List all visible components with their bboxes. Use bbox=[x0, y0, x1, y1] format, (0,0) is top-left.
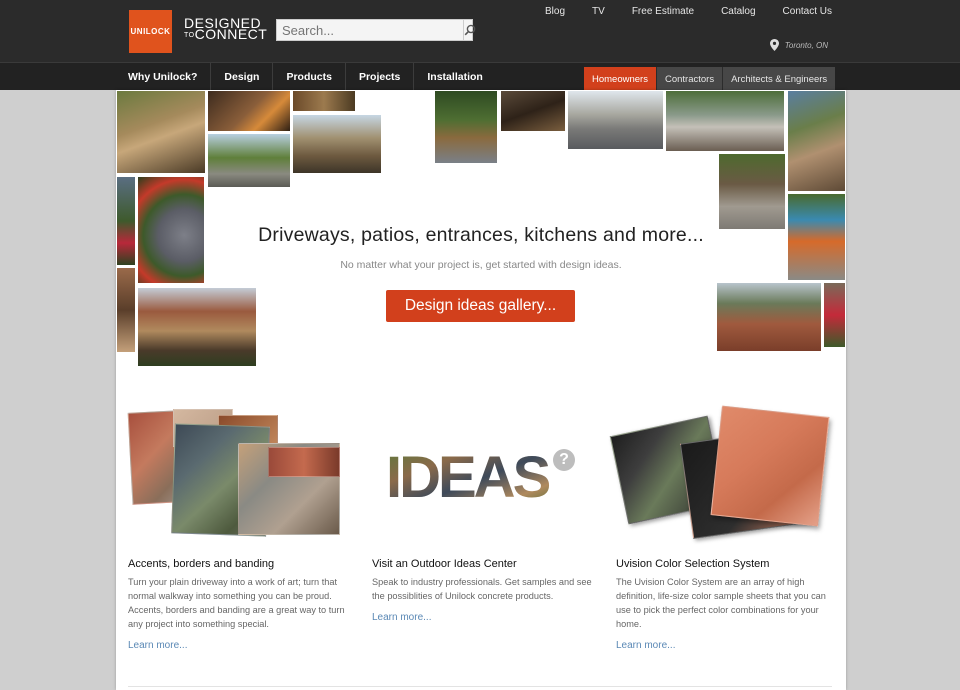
photo-firepit-seating[interactable] bbox=[500, 90, 566, 132]
photo-driveway-red[interactable] bbox=[716, 282, 822, 352]
photo-outdoor-lounge[interactable] bbox=[292, 114, 382, 174]
photo-stone-wall[interactable] bbox=[116, 267, 136, 353]
location-pin-icon bbox=[769, 39, 779, 51]
nav-projects[interactable]: Projects bbox=[346, 63, 415, 91]
photo-yard[interactable] bbox=[207, 133, 291, 188]
photo-people-patio[interactable] bbox=[665, 90, 785, 152]
photo-curved-wall[interactable] bbox=[787, 90, 846, 192]
link-tv[interactable]: TV bbox=[592, 6, 605, 17]
search-icon bbox=[464, 24, 476, 36]
photo-flower-bed[interactable] bbox=[823, 282, 846, 348]
photo-fireplace[interactable] bbox=[116, 90, 206, 174]
feature-description: Speak to industry professionals. Get sam… bbox=[372, 577, 592, 601]
hero-subtitle: No matter what your project is, get star… bbox=[340, 259, 622, 271]
nav-installation[interactable]: Installation bbox=[414, 63, 495, 91]
paver-tile bbox=[268, 447, 340, 477]
link-contact-us[interactable]: Contact Us bbox=[783, 6, 832, 17]
ideas-image[interactable]: IDEAS ? bbox=[372, 405, 597, 545]
tab-homeowners[interactable]: Homeowners bbox=[584, 67, 656, 91]
learn-more-link[interactable]: Learn more... bbox=[128, 640, 187, 651]
unilock-logo[interactable]: UNILOCK bbox=[129, 10, 172, 53]
link-free-estimate[interactable]: Free Estimate bbox=[632, 6, 694, 17]
logo-text: UNILOCK bbox=[130, 27, 171, 36]
tagline: DESIGNED TOCONNECT bbox=[184, 16, 268, 42]
photo-outdoor-kitchen[interactable] bbox=[718, 153, 786, 230]
tab-architects-engineers[interactable]: Architects & Engineers bbox=[722, 67, 836, 91]
photo-chairs-trees[interactable] bbox=[434, 90, 498, 164]
search-button[interactable] bbox=[463, 20, 476, 40]
tab-contractors[interactable]: Contractors bbox=[655, 67, 723, 91]
search-input[interactable] bbox=[277, 20, 463, 40]
location-selector[interactable]: Toronto, ON bbox=[769, 39, 828, 51]
feature-uvision: Uvision Color Selection System The Uvisi… bbox=[609, 405, 841, 651]
feature-accents: Accents, borders and banding Turn your p… bbox=[127, 405, 353, 651]
uvision-samples-image[interactable] bbox=[609, 405, 841, 545]
main-nav: Why Unilock? Design Products Projects In… bbox=[115, 63, 496, 91]
photo-driveway-house[interactable] bbox=[567, 90, 664, 150]
photo-garden-left[interactable] bbox=[116, 176, 136, 266]
learn-more-link[interactable]: Learn more... bbox=[372, 612, 431, 623]
search-box bbox=[276, 19, 476, 41]
design-ideas-gallery-button[interactable]: Design ideas gallery... bbox=[386, 290, 575, 322]
question-badge-text: ? bbox=[559, 451, 569, 468]
feature-description: The Uvision Color System are an array of… bbox=[616, 577, 826, 629]
tagline-line2: TOCONNECT bbox=[184, 26, 268, 42]
utility-links: Blog TV Free Estimate Catalog Contact Us bbox=[518, 6, 832, 17]
nav-products[interactable]: Products bbox=[273, 63, 346, 91]
learn-more-link[interactable]: Learn more... bbox=[616, 640, 675, 651]
feature-title: Uvision Color Selection System bbox=[616, 558, 770, 570]
location-text: Toronto, ON bbox=[784, 40, 828, 50]
ideas-text: IDEAS bbox=[386, 445, 550, 510]
hero-title: Driveways, patios, entrances, kitchens a… bbox=[258, 224, 704, 246]
top-bar: UNILOCK DESIGNED TOCONNECT Blog TV Free … bbox=[0, 0, 960, 62]
link-catalog[interactable]: Catalog bbox=[721, 6, 755, 17]
link-blog[interactable]: Blog bbox=[545, 6, 565, 17]
nav-bar: Why Unilock? Design Products Projects In… bbox=[0, 62, 960, 91]
feature-title: Accents, borders and banding bbox=[128, 558, 275, 570]
nav-design[interactable]: Design bbox=[211, 63, 274, 91]
feature-description: Turn your plain driveway into a work of … bbox=[128, 577, 345, 629]
photo-house-terrace[interactable] bbox=[137, 287, 257, 367]
tagline-connect: CONNECT bbox=[194, 26, 268, 42]
feature-ideas-center: IDEAS ? Visit an Outdoor Ideas Center Sp… bbox=[372, 405, 597, 623]
question-badge-icon: ? bbox=[553, 449, 575, 471]
paver-samples-image[interactable] bbox=[127, 405, 353, 545]
photo-patio-fire[interactable] bbox=[207, 90, 291, 132]
sample-sheet-terracotta bbox=[710, 405, 830, 527]
tagline-to: TO bbox=[184, 31, 195, 39]
nav-why-unilock[interactable]: Why Unilock? bbox=[115, 63, 212, 91]
ideas-wordmark: IDEAS bbox=[386, 445, 553, 510]
photo-deck[interactable] bbox=[292, 90, 356, 112]
audience-tabs: Homeowners Contractors Architects & Engi… bbox=[584, 67, 836, 91]
feature-title: Visit an Outdoor Ideas Center bbox=[372, 558, 517, 570]
section-divider bbox=[128, 686, 832, 687]
